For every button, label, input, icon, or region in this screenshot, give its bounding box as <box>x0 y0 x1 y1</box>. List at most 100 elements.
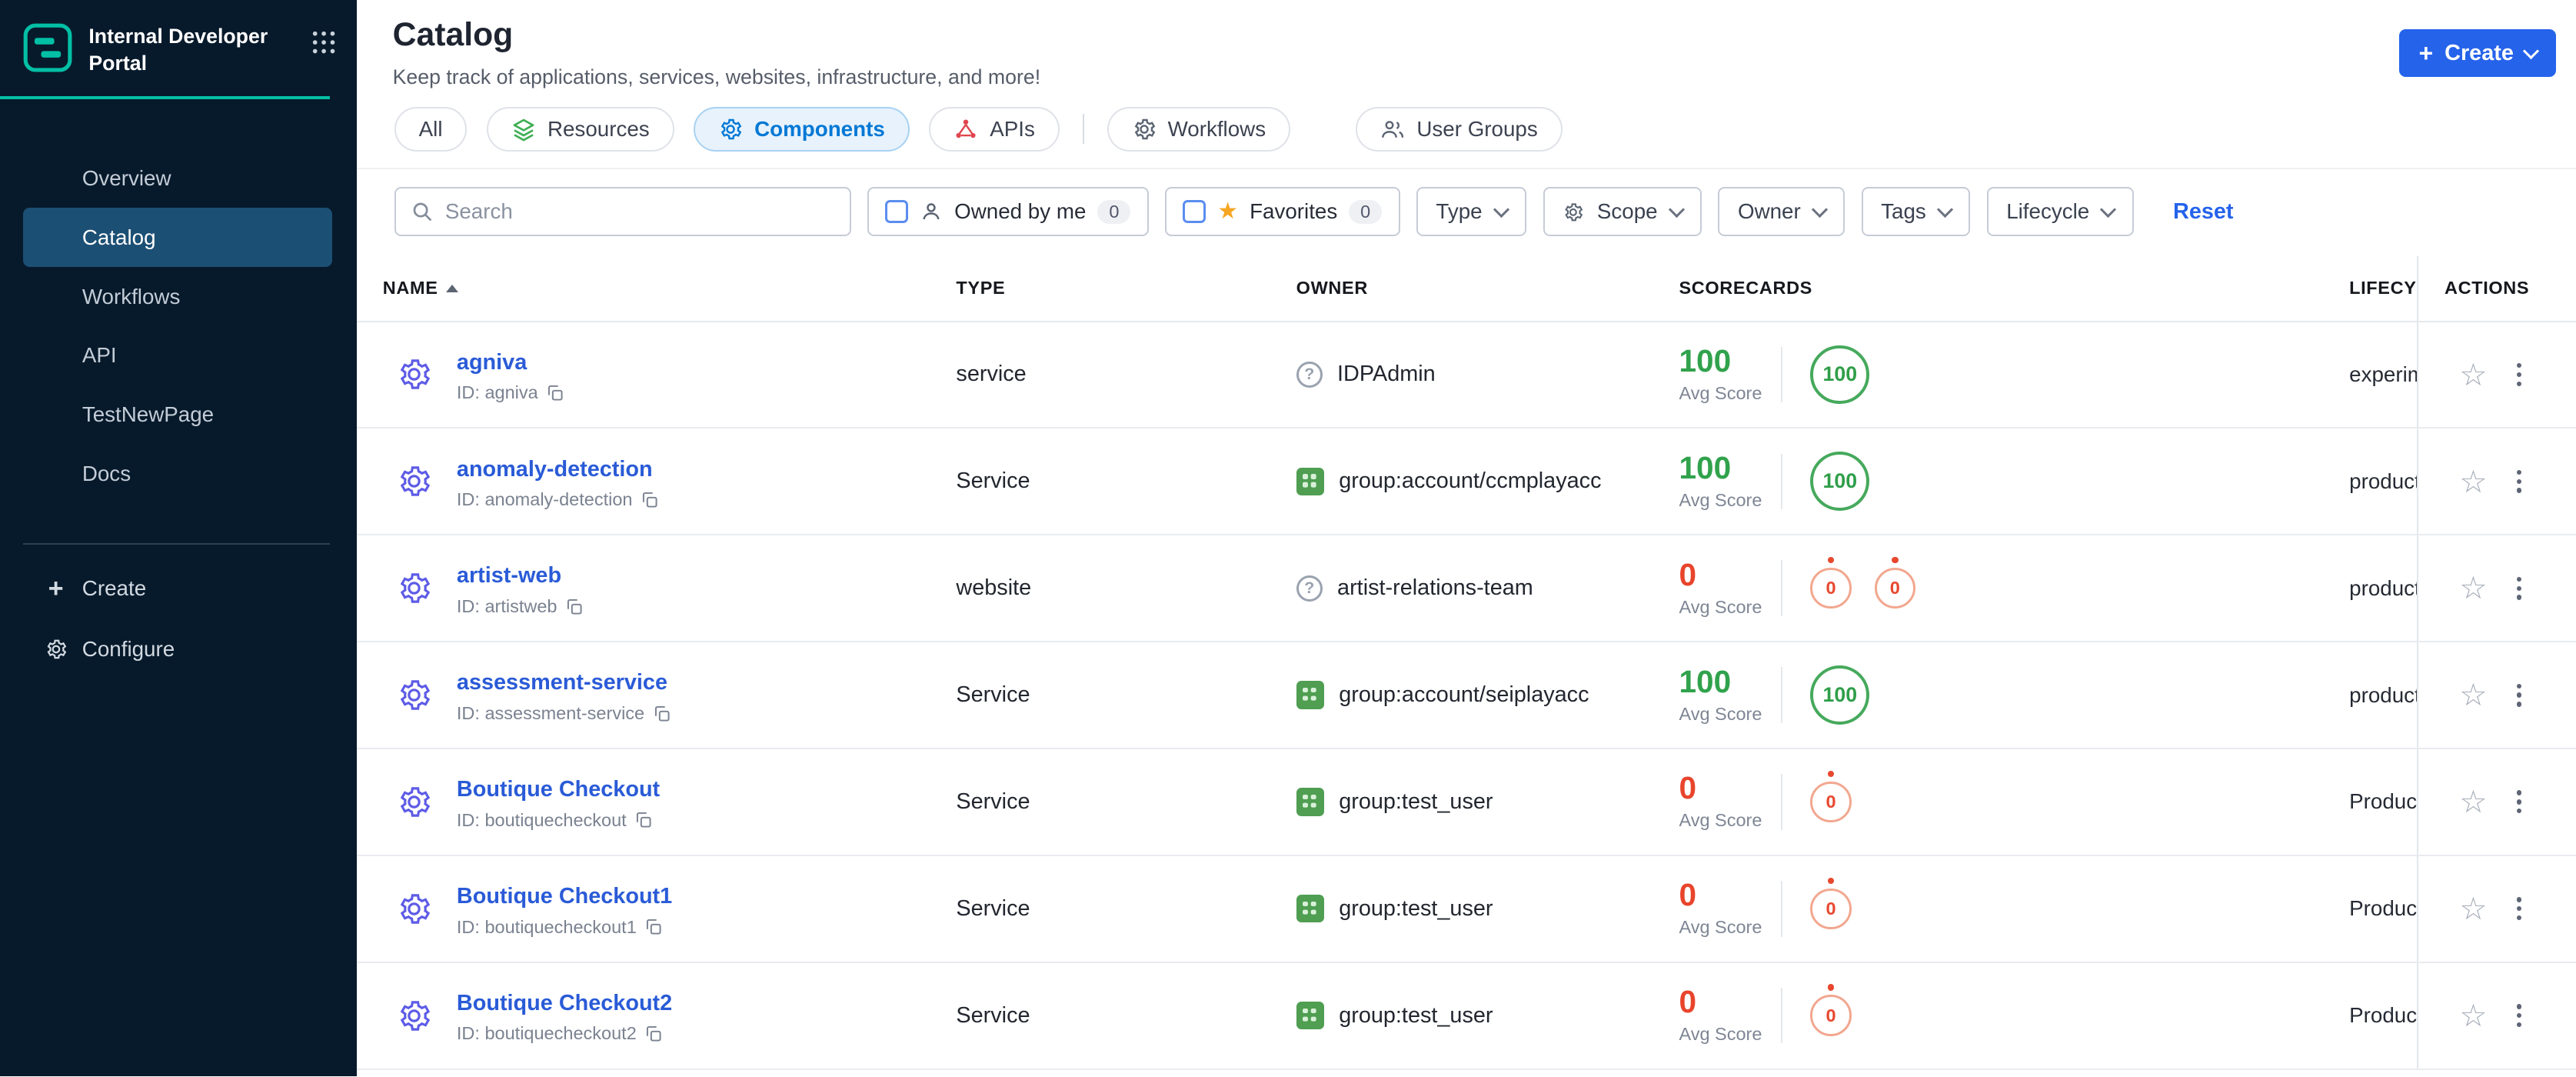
scorecard-badge[interactable]: 0 <box>1810 556 1852 609</box>
owner-name: group:test_user <box>1339 895 1493 921</box>
sidebar-item-testnewpage[interactable]: TestNewPage <box>0 385 357 445</box>
entity-name-link[interactable]: agniva <box>457 350 527 375</box>
entity-id-text: ID: anomaly-detection <box>456 489 633 510</box>
scorecard-badges: 100 <box>1810 345 1870 405</box>
scorecards-cell: 0 Avg Score 0 <box>1679 877 2349 938</box>
entity-name-block: artist-web ID: artistweb <box>457 559 584 617</box>
dropdown-label: Lifecycle <box>2006 199 2090 224</box>
row-menu-icon[interactable] <box>2514 680 2525 709</box>
entity-name-link[interactable]: anomaly-detection <box>457 457 653 482</box>
favorite-star-icon[interactable]: ☆ <box>2459 465 2487 498</box>
sidebar-create-button[interactable]: + Create <box>0 558 357 619</box>
sidebar-item-catalog[interactable]: Catalog <box>22 208 332 268</box>
tab-components[interactable]: Components <box>694 106 910 152</box>
scorecard-badge[interactable]: 0 <box>1810 770 1852 823</box>
copy-icon[interactable] <box>546 384 564 402</box>
copy-icon[interactable] <box>634 811 653 829</box>
search-icon <box>413 203 431 222</box>
row-menu-icon[interactable] <box>2514 787 2525 816</box>
actions-cell: ☆ <box>2416 428 2576 535</box>
scorecard-badge[interactable]: 100 <box>1810 345 1870 405</box>
scorecard-badge[interactable]: 0 <box>1810 877 1852 929</box>
entity-name-link[interactable]: artist-web <box>457 563 561 588</box>
type-cell: Service <box>956 895 1030 921</box>
table-row: Boutique Checkout2 ID: boutiquecheckout2 <box>356 962 2576 1070</box>
chevron-down-icon <box>2100 201 2117 218</box>
scorecards-cell: 0 Avg Score 0 0 <box>1679 556 2349 618</box>
favorite-star-icon[interactable]: ☆ <box>2459 358 2487 391</box>
owned-by-me-checkbox[interactable] <box>885 200 909 224</box>
entity-name-link[interactable]: Boutique Checkout <box>457 777 660 802</box>
entity-name-link[interactable]: Boutique Checkout1 <box>457 884 672 909</box>
apps-grid-icon[interactable] <box>311 29 337 55</box>
reset-filters-link[interactable]: Reset <box>2173 199 2234 225</box>
scorecards-divider <box>1780 774 1783 830</box>
row-menu-icon[interactable] <box>2514 467 2525 496</box>
scorecard-badge[interactable]: 0 <box>1810 984 1852 1036</box>
plus-icon: + <box>2418 39 2434 68</box>
scorecard-badge[interactable]: 100 <box>1810 452 1870 512</box>
dropdown-label: Scope <box>1596 199 1658 224</box>
favorite-star-icon[interactable]: ☆ <box>2459 679 2487 711</box>
row-menu-icon[interactable] <box>2514 360 2525 389</box>
row-menu-icon[interactable] <box>2514 894 2525 923</box>
main-content: Catalog Keep track of applications, serv… <box>356 0 2576 1077</box>
scorecards-divider <box>1780 453 1783 510</box>
filter-scope-dropdown[interactable]: Scope <box>1543 187 1702 237</box>
person-icon <box>923 203 940 220</box>
column-header-owner[interactable]: OWNER <box>1296 278 1679 298</box>
filter-owned-by-me[interactable]: Owned by me 0 <box>867 187 1149 237</box>
avg-score-label: Avg Score <box>1679 489 1762 510</box>
filter-type-dropdown[interactable]: Type <box>1416 187 1527 237</box>
row-menu-icon[interactable] <box>2514 1001 2525 1030</box>
scorecard-badge[interactable]: 100 <box>1810 665 1870 725</box>
copy-icon[interactable] <box>653 705 671 723</box>
column-header-type[interactable]: TYPE <box>956 278 1296 298</box>
scorecard-badges: 0 0 <box>1810 556 1916 609</box>
create-button[interactable]: + Create <box>2398 29 2557 78</box>
tab-resources[interactable]: Resources <box>487 106 674 152</box>
sidebar-item-workflows[interactable]: Workflows <box>0 267 357 326</box>
row-menu-icon[interactable] <box>2514 574 2525 603</box>
sidebar-item-api[interactable]: API <box>0 326 357 385</box>
favorite-star-icon[interactable]: ☆ <box>2459 572 2487 604</box>
copy-icon[interactable] <box>644 1025 663 1043</box>
scorecard-badge[interactable]: 0 <box>1874 556 1916 609</box>
tab-all[interactable]: All <box>394 106 468 152</box>
entity-name-link[interactable]: Boutique Checkout2 <box>457 991 672 1015</box>
column-header-name[interactable]: NAME <box>383 278 957 298</box>
owned-by-me-count: 0 <box>1097 199 1131 225</box>
sidebar-item-docs[interactable]: Docs <box>0 445 357 504</box>
sidebar-header: Internal Developer Portal <box>0 0 357 96</box>
tab-user-groups[interactable]: User Groups <box>1356 106 1563 152</box>
column-header-scorecards[interactable]: SCORECARDS <box>1679 278 2349 298</box>
favorite-star-icon[interactable]: ☆ <box>2459 1000 2487 1032</box>
copy-icon[interactable] <box>641 491 659 509</box>
sidebar-configure-button[interactable]: Configure <box>0 619 357 679</box>
scorecard-badges: 0 <box>1810 877 1852 929</box>
entity-name-link[interactable]: assessment-service <box>457 670 667 695</box>
tab-label: Resources <box>547 116 650 141</box>
search-input[interactable] <box>444 199 835 225</box>
filter-tags-dropdown[interactable]: Tags <box>1861 187 1971 237</box>
actions-cell: ☆ <box>2416 535 2576 642</box>
filter-lifecycle-dropdown[interactable]: Lifecycle <box>1986 187 2134 237</box>
favorites-checkbox[interactable] <box>1183 200 1206 224</box>
entity-id-text: ID: artistweb <box>456 595 557 616</box>
tab-apis[interactable]: APIs <box>929 106 1060 152</box>
sidebar-item-overview[interactable]: Overview <box>0 148 357 208</box>
copy-icon[interactable] <box>644 918 663 936</box>
owner-name: IDPAdmin <box>1337 362 1436 387</box>
actions-cell: ☆ <box>2416 642 2576 748</box>
favorite-star-icon[interactable]: ☆ <box>2459 893 2487 925</box>
tab-workflows[interactable]: Workflows <box>1107 106 1291 152</box>
filter-favorites[interactable]: ★ Favorites 0 <box>1165 187 1400 237</box>
avg-score-block: 100 Avg Score <box>1679 452 1774 511</box>
avg-score-value: 0 <box>1679 984 1697 1020</box>
entity-id: ID: boutiquecheckout <box>457 810 660 831</box>
avg-score-block: 100 Avg Score <box>1679 345 1774 404</box>
create-button-label: Create <box>2445 40 2514 65</box>
copy-icon[interactable] <box>565 598 584 616</box>
filter-owner-dropdown[interactable]: Owner <box>1718 187 1845 237</box>
favorite-star-icon[interactable]: ☆ <box>2459 786 2487 818</box>
